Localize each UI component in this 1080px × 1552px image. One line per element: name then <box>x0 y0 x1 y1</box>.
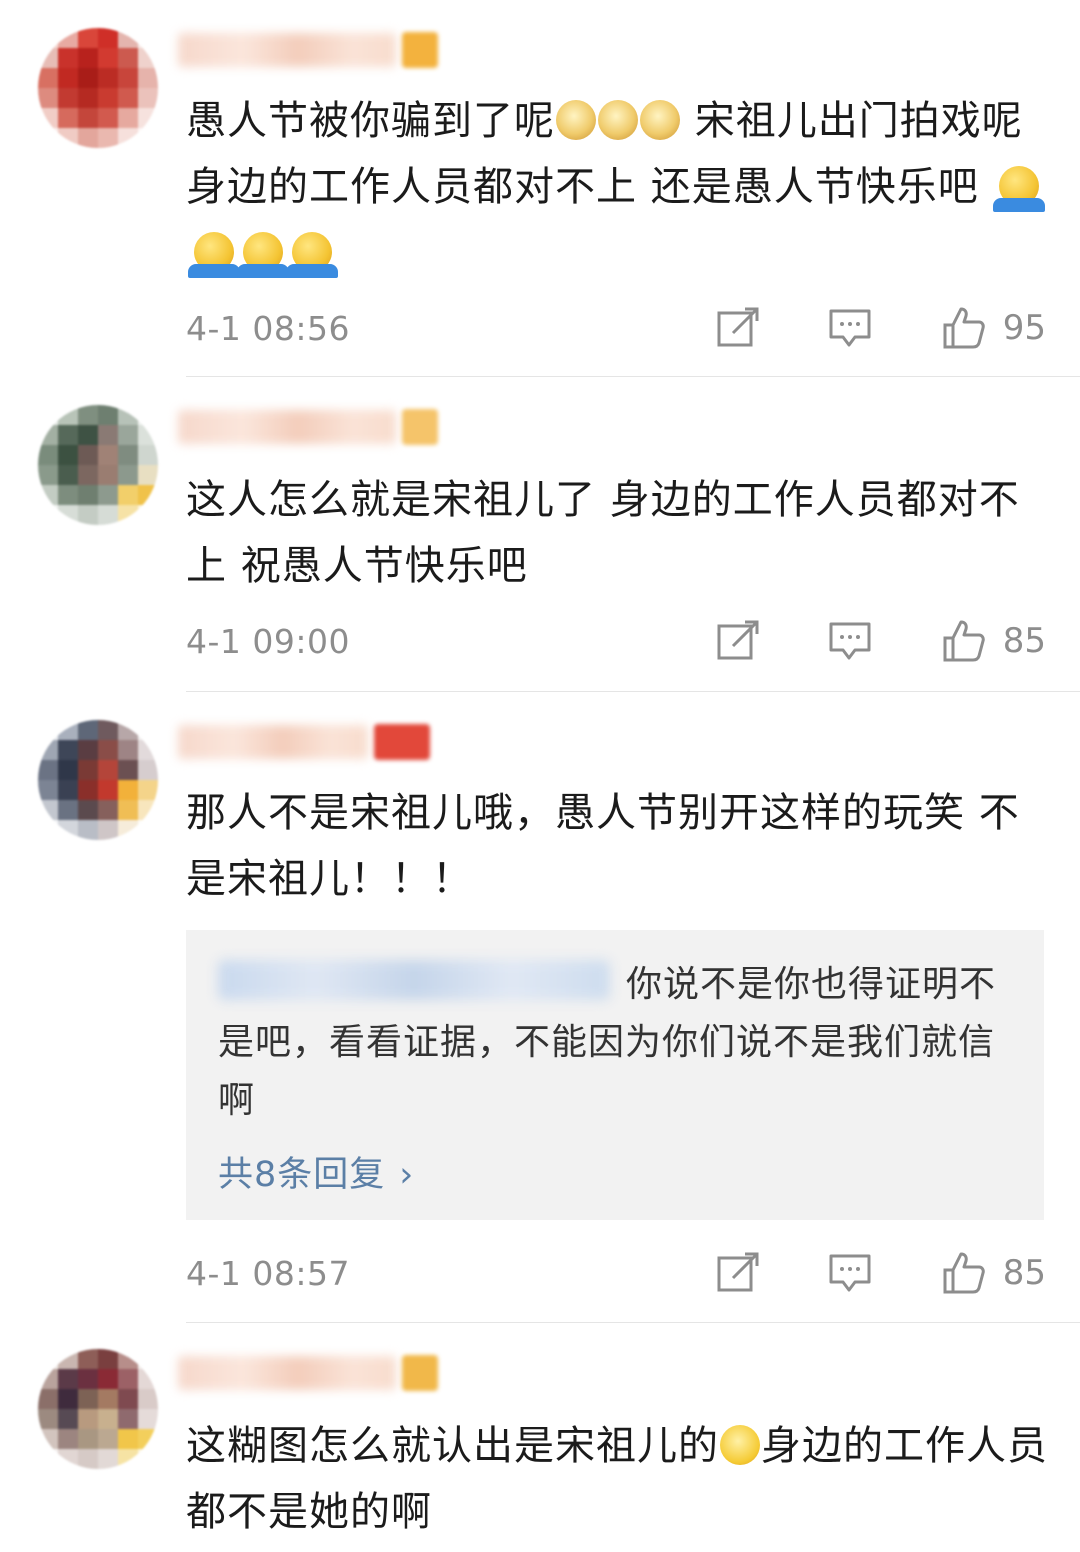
username[interactable] <box>178 30 438 70</box>
username[interactable] <box>178 722 438 762</box>
comment-icon[interactable] <box>827 305 873 351</box>
shrug-emoji-icon <box>286 232 338 278</box>
avatar[interactable] <box>38 405 158 525</box>
thumbs-up-icon <box>943 1252 985 1294</box>
shrug-emoji-icon <box>992 166 1045 212</box>
member-badge-icon <box>402 409 438 445</box>
timestamp: 4-1 08:57 <box>186 1253 350 1293</box>
shrug-emoji-icon <box>237 232 289 278</box>
doge-emoji-icon <box>556 100 596 140</box>
avatar[interactable] <box>38 720 158 840</box>
doge-emoji-icon <box>640 100 680 140</box>
comment-footer: 4-1 08:56 95 <box>186 298 1046 358</box>
comment-footer: 4-1 08:57 85 <box>186 1243 1046 1303</box>
like-button[interactable]: 95 <box>941 305 1046 351</box>
reply-text: 你说不是你也得证明不是吧，看看证据，不能因为你们说不是我们就信啊 <box>218 964 997 1121</box>
timestamp: 4-1 09:00 <box>186 621 350 661</box>
smirk-emoji-icon <box>720 1425 760 1465</box>
comment-item: 那人不是宋祖儿哦，愚人节别开这样的玩笑 不是宋祖儿！！！ 你说不是你也得证明不是… <box>0 692 1080 1322</box>
comment-icon[interactable] <box>827 1250 873 1296</box>
like-count: 85 <box>1002 621 1046 661</box>
view-replies-link[interactable]: 共8条回复 › <box>218 1146 414 1197</box>
comment-text: 这人怎么就是宋祖儿了 身边的工作人员都对不上 祝愚人节快乐吧 <box>186 477 1020 589</box>
comment-text: 这糊图怎么就认出是宋祖儿的 身边的工作人员都不是她的啊 <box>186 1423 1048 1535</box>
comment-icon[interactable] <box>827 618 873 664</box>
comment-item: 愚人节被你骗到了呢 宋祖儿出门拍戏呢 身边的工作人员都对不上 还是愚人节快乐吧 … <box>0 0 1080 376</box>
avatar[interactable] <box>38 1349 158 1469</box>
like-count: 85 <box>1002 1253 1046 1293</box>
shrug-emoji-icon <box>188 232 240 278</box>
doge-emoji-icon <box>598 100 638 140</box>
username[interactable] <box>178 407 438 447</box>
comment-item: 这人怎么就是宋祖儿了 身边的工作人员都对不上 祝愚人节快乐吧 4-1 09:00… <box>0 377 1080 691</box>
chevron-right-icon: › <box>399 1155 415 1195</box>
like-count: 95 <box>1002 308 1046 348</box>
reply-preview[interactable]: 你说不是你也得证明不是吧，看看证据，不能因为你们说不是我们就信啊 共8条回复 › <box>186 930 1044 1220</box>
share-icon[interactable] <box>715 1250 761 1296</box>
thumbs-up-icon <box>943 620 985 662</box>
avatar[interactable] <box>38 28 158 148</box>
like-button[interactable]: 85 <box>941 618 1046 664</box>
comment-text: 那人不是宋祖儿哦，愚人节别开这样的玩笑 不是宋祖儿！！！ <box>186 790 1020 902</box>
member-badge-icon <box>402 1355 438 1391</box>
share-icon[interactable] <box>715 305 761 351</box>
comment-footer: 4-1 09:00 85 <box>186 611 1046 671</box>
username[interactable] <box>178 1353 438 1393</box>
share-icon[interactable] <box>715 618 761 664</box>
timestamp: 4-1 08:56 <box>186 308 350 348</box>
member-badge-icon <box>374 724 430 760</box>
comment-text: 愚人节被你骗到了呢 宋祖儿出门拍戏呢 身边的工作人员都对不上 还是愚人节快乐吧 <box>186 88 1056 286</box>
comment-item: 这糊图怎么就认出是宋祖儿的 身边的工作人员都不是她的啊 <box>0 1323 1080 1552</box>
member-badge-icon <box>402 32 438 68</box>
like-button[interactable]: 85 <box>941 1250 1046 1296</box>
thumbs-up-icon <box>943 307 985 349</box>
